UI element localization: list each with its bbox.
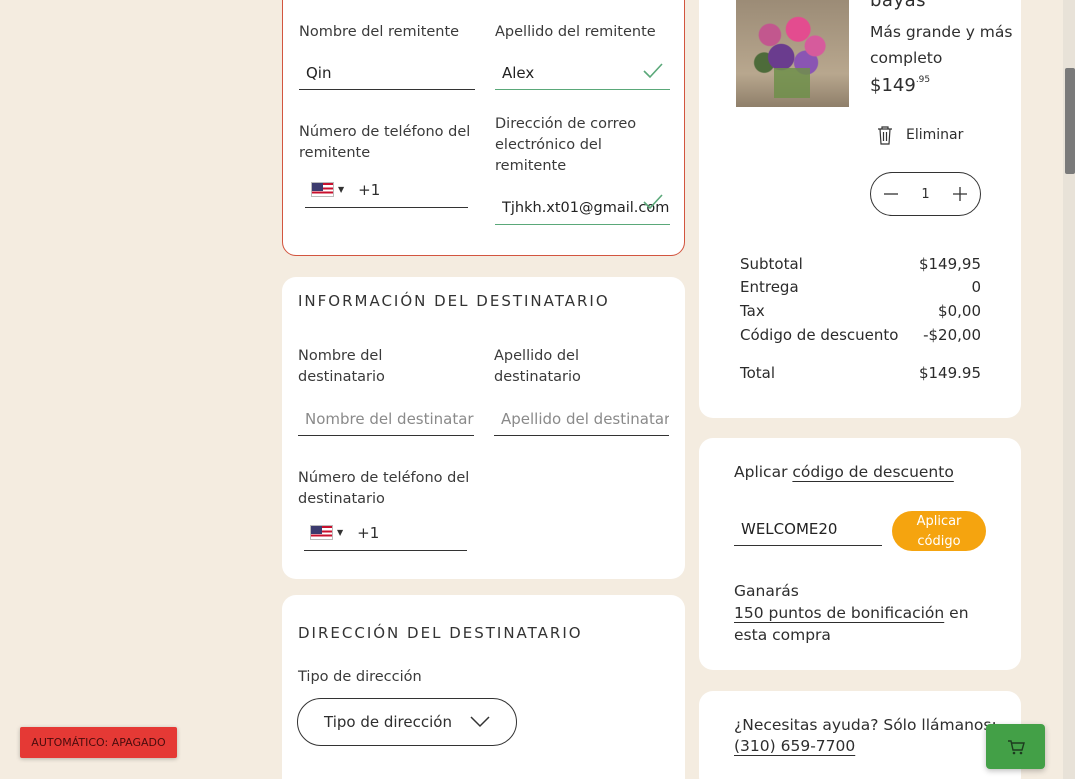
address-type-select[interactable]: Tipo de dirección: [297, 698, 517, 746]
recipient-phone-code[interactable]: +1: [357, 524, 379, 542]
summary-value: $149,95: [918, 255, 981, 273]
help-card: ¿Necesitas ayuda? Sólo llámanos: (310) 6…: [699, 691, 1021, 779]
apply-discount-heading: Aplicar código de descuento: [734, 463, 954, 481]
address-type-label: Tipo de dirección: [298, 669, 422, 685]
remove-item-button[interactable]: Eliminar: [876, 125, 963, 145]
plus-icon[interactable]: [952, 186, 968, 202]
discount-card: Aplicar código de descuento Aplicar códi…: [699, 438, 1021, 670]
recipient-info-card: INFORMACIÓN DEL DESTINATARIO Nombre del …: [282, 277, 685, 579]
sender-first-name-input[interactable]: [306, 63, 475, 82]
summary-row: Código de descuento -$20,00: [740, 326, 981, 344]
summary-label: Subtotal: [740, 255, 803, 273]
summary-total-value: $149.95: [918, 364, 981, 382]
bonus-points-link[interactable]: 150 puntos de bonificación: [734, 604, 944, 622]
sender-last-name-field[interactable]: [495, 56, 670, 90]
discount-code-field[interactable]: [734, 512, 882, 546]
bonus-prefix: Ganarás: [734, 582, 799, 600]
recipient-phone-field[interactable]: ▼ +1: [304, 515, 467, 551]
product-image: [736, 0, 849, 107]
bonus-points-text: Ganarás 150 puntos de bonificación en es…: [734, 580, 974, 646]
recipient-address-card: DIRECCIÓN DEL DESTINATARIO Tipo de direc…: [282, 595, 685, 779]
summary-total-row: Total $149.95: [740, 364, 981, 382]
us-flag-icon[interactable]: [310, 525, 333, 540]
product-price-cents: .95: [915, 75, 931, 85]
cart-icon: [1007, 739, 1025, 754]
product-price-main: $149: [870, 75, 916, 96]
sender-email-label: Dirección de correo electrónico del remi…: [495, 116, 637, 174]
country-caret-icon[interactable]: ▼: [338, 185, 344, 194]
sender-phone-label: Número de teléfono del remitente: [299, 124, 471, 161]
checkmark-icon: [643, 63, 663, 79]
cart-summary-card: bayas Más grande y más completo $149.95 …: [699, 0, 1021, 418]
summary-total-label: Total: [740, 364, 776, 382]
recipient-info-title: INFORMACIÓN DEL DESTINATARIO: [298, 292, 610, 310]
summary-row: Entrega 0: [740, 278, 981, 296]
recipient-last-name-field[interactable]: [494, 402, 669, 436]
product-price: $149.95: [870, 75, 930, 96]
recipient-first-name-input[interactable]: [305, 409, 474, 428]
auto-off-badge[interactable]: AUTOMÁTICO: APAGADO: [20, 727, 177, 758]
country-caret-icon[interactable]: ▼: [337, 528, 343, 537]
remove-item-label: Eliminar: [906, 127, 964, 143]
recipient-first-name-label: Nombre del destinatario: [298, 348, 385, 385]
recipient-first-name-field[interactable]: [298, 402, 474, 436]
sender-info-card: Nombre del remitente Apellido del remite…: [282, 0, 685, 256]
address-type-select-label: Tipo de dirección: [324, 713, 452, 731]
discount-code-input[interactable]: [741, 519, 882, 538]
apply-discount-prefix: Aplicar: [734, 463, 788, 481]
sender-last-name-label: Apellido del remitente: [495, 24, 656, 40]
sender-phone-code[interactable]: +1: [358, 181, 380, 199]
summary-row: Subtotal $149,95: [740, 255, 981, 273]
discount-code-link[interactable]: código de descuento: [792, 463, 953, 481]
recipient-address-title: DIRECCIÓN DEL DESTINATARIO: [298, 624, 583, 642]
scrollbar-thumb[interactable]: [1065, 68, 1075, 174]
summary-value: $0,00: [938, 302, 981, 320]
help-text: ¿Necesitas ayuda? Sólo llámanos:: [734, 716, 997, 734]
summary-value: 0: [971, 278, 981, 296]
recipient-last-name-input[interactable]: [501, 409, 669, 428]
summary-row: Tax $0,00: [740, 302, 981, 320]
sender-first-name-label: Nombre del remitente: [299, 24, 460, 40]
apply-code-button[interactable]: Aplicar código: [892, 511, 986, 551]
recipient-last-name-label: Apellido del destinatario: [494, 348, 581, 385]
sender-phone-field[interactable]: ▼ +1: [305, 172, 468, 208]
chevron-down-icon: [470, 716, 490, 728]
summary-label: Código de descuento: [740, 326, 899, 344]
sender-email-field[interactable]: [495, 191, 670, 225]
summary-value: -$20,00: [923, 326, 981, 344]
product-name: bayas: [870, 0, 927, 11]
checkmark-icon: [643, 194, 663, 210]
floating-cart-button[interactable]: [986, 724, 1045, 769]
recipient-phone-label: Número de teléfono del destinatario: [298, 470, 470, 507]
quantity-stepper[interactable]: 1: [870, 172, 981, 216]
summary-label: Entrega: [740, 278, 799, 296]
quantity-value: 1: [921, 186, 930, 202]
summary-label: Tax: [740, 302, 765, 320]
trash-icon: [878, 126, 892, 145]
product-vase: [774, 68, 810, 98]
product-size: Más grande y más completo: [870, 23, 1013, 67]
minus-icon[interactable]: [883, 186, 899, 202]
us-flag-icon[interactable]: [311, 182, 334, 197]
sender-first-name-field[interactable]: [299, 56, 475, 90]
help-phone-link[interactable]: (310) 659-7700: [734, 737, 855, 755]
